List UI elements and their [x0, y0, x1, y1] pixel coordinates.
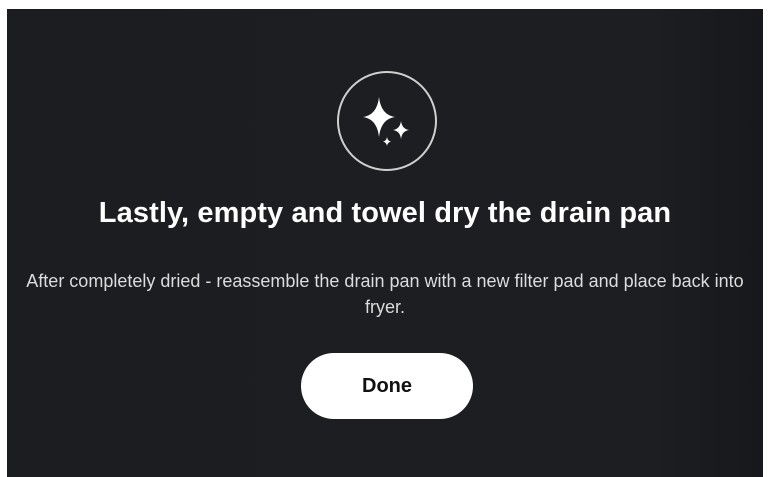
dialog-description: After completely dried - reassemble the … [26, 271, 744, 317]
dialog-title: Lastly, empty and towel dry the drain pa… [98, 197, 672, 229]
sparkles-icon-badge [337, 71, 437, 171]
instruction-dialog: Lastly, empty and towel dry the drain pa… [7, 9, 763, 477]
sparkles-icon [363, 97, 409, 146]
done-button[interactable]: Done [301, 353, 473, 419]
